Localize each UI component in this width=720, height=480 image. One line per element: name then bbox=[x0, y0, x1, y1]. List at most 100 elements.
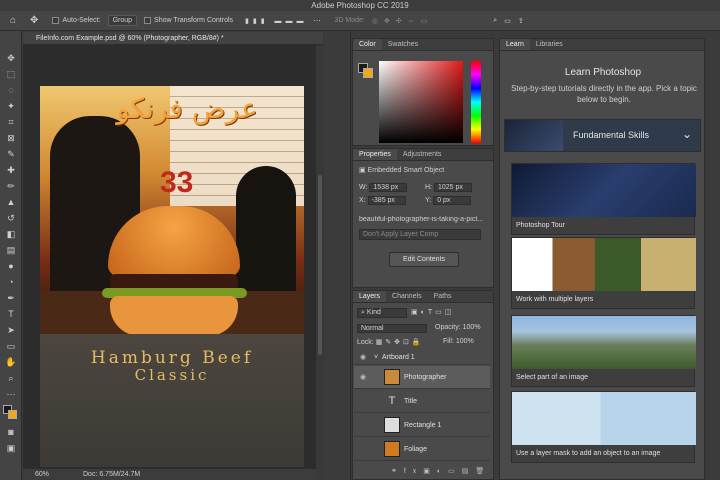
scrollbar-thumb[interactable] bbox=[318, 175, 322, 355]
title-bar: Adobe Photoshop CC 2019 bbox=[0, 0, 720, 11]
width-field[interactable]: 1538 px bbox=[369, 183, 408, 192]
headline-line1: Hamburg Beef bbox=[90, 348, 254, 368]
color-picker-field[interactable] bbox=[379, 61, 463, 143]
tutorial-label: Use a layer mask to add an object to an … bbox=[512, 445, 694, 462]
lock-icons[interactable]: ▦✎✥⊡🔒 bbox=[376, 339, 424, 346]
move-tool-icon[interactable]: ✥ bbox=[30, 15, 38, 26]
move-icon[interactable]: ✥ bbox=[0, 51, 22, 65]
color-bg-swatch[interactable] bbox=[363, 68, 373, 78]
workspace-icon[interactable]: ▭ bbox=[504, 17, 511, 25]
panel-dock-icons bbox=[324, 31, 351, 480]
tab-channels[interactable]: Channels bbox=[386, 291, 428, 302]
home-icon[interactable]: ⌂ bbox=[10, 15, 16, 26]
width-row: W: 1538 px bbox=[359, 183, 408, 192]
tab-paths[interactable]: Paths bbox=[428, 291, 458, 302]
more-tools-icon[interactable]: ⋯ bbox=[0, 387, 22, 401]
auto-select-checkbox[interactable]: Auto-Select: bbox=[52, 17, 101, 24]
canvas-scrollbar[interactable] bbox=[316, 45, 324, 469]
tab-layers[interactable]: Layers bbox=[353, 291, 387, 302]
photoshop-window: Adobe Photoshop CC 2019 ⌂ ✥ Auto-Select:… bbox=[0, 0, 720, 480]
status-bar: 60% Doc: 6.75M/24.7M bbox=[23, 469, 316, 480]
burger-photo: عرض فرنكو 33 bbox=[40, 86, 304, 334]
type-icon[interactable]: T bbox=[0, 307, 22, 321]
tab-properties[interactable]: Properties bbox=[353, 149, 397, 160]
lasso-icon[interactable]: ◌ bbox=[0, 83, 22, 97]
visibility-eye-icon[interactable]: ◉ bbox=[358, 366, 368, 389]
search-icon[interactable]: ⌕ bbox=[493, 17, 497, 25]
gradient-icon[interactable]: ▤ bbox=[0, 243, 22, 257]
layer-row-artboard[interactable]: ◉ ˅ Artboard 1 bbox=[354, 351, 490, 365]
tab-adjustments[interactable]: Adjustments bbox=[397, 149, 448, 160]
magic-wand-icon[interactable]: ✦ bbox=[0, 99, 22, 113]
hue-slider[interactable] bbox=[471, 61, 481, 143]
artboard[interactable]: عرض فرنكو 33 Hamburg Beef Classic bbox=[40, 86, 304, 467]
tab-learn[interactable]: Learn bbox=[500, 39, 530, 50]
layer-row-foliage[interactable]: Foliage bbox=[354, 438, 490, 461]
path-select-icon[interactable]: ➤ bbox=[0, 323, 22, 337]
tab-libraries[interactable]: Libraries bbox=[530, 39, 569, 50]
crop-icon[interactable]: ⌗ bbox=[0, 115, 22, 129]
quick-mask-icon[interactable]: ◙ bbox=[0, 425, 22, 439]
layer-thumbnail bbox=[384, 417, 400, 433]
shape-icon[interactable]: ▭ bbox=[0, 339, 22, 353]
learn-panel: Learn Libraries Learn Photoshop Step-by-… bbox=[499, 38, 705, 480]
frame-icon[interactable]: ⊠ bbox=[0, 131, 22, 145]
layer-comp-dropdown[interactable]: Don't Apply Layer Comp bbox=[359, 229, 481, 240]
blend-mode-dropdown[interactable]: Normal bbox=[357, 324, 427, 333]
opacity-field[interactable]: 100% bbox=[463, 324, 481, 331]
tutorial-thumbnail bbox=[512, 164, 696, 217]
3d-icons[interactable]: ◎✥✣⇔▭ bbox=[372, 17, 433, 25]
tutorial-card-tour[interactable]: Photoshop Tour bbox=[511, 163, 696, 235]
tab-swatches[interactable]: Swatches bbox=[382, 39, 424, 50]
tutorial-label: Photoshop Tour bbox=[512, 217, 694, 234]
screen-mode-icon[interactable]: ▣ bbox=[0, 441, 22, 455]
tutorial-card-mask[interactable]: Use a layer mask to add an object to an … bbox=[511, 391, 696, 463]
height-field[interactable]: 1025 px bbox=[433, 183, 472, 192]
fill-field[interactable]: 100% bbox=[456, 338, 474, 345]
y-row: Y: 0 px bbox=[425, 196, 472, 205]
edit-contents-button[interactable]: Edit Contents bbox=[389, 252, 459, 267]
eraser-icon[interactable]: ◧ bbox=[0, 227, 22, 241]
layer-filter-icons[interactable]: ▣◐T▭◫ bbox=[411, 308, 454, 316]
tutorial-card-layers[interactable]: Work with multiple layers bbox=[511, 237, 696, 309]
layer-row-photographer[interactable]: ◉ Photographer bbox=[354, 366, 490, 389]
auto-select-dropdown[interactable]: Group bbox=[107, 15, 138, 26]
share-icon[interactable]: ⇪ bbox=[518, 17, 524, 25]
healing-icon[interactable]: ✚ bbox=[0, 163, 22, 177]
zoom-level[interactable]: 60% bbox=[35, 469, 49, 480]
layer-bottom-icons[interactable]: ⚭fx▣◐▭▤🗑 bbox=[391, 467, 491, 475]
tab-color[interactable]: Color bbox=[353, 39, 382, 50]
options-bar: ⌂ ✥ Auto-Select: Group Show Transform Co… bbox=[0, 11, 720, 31]
chevron-down-icon[interactable]: ⌄ bbox=[682, 127, 692, 141]
stamp-icon[interactable]: ▲ bbox=[0, 195, 22, 209]
y-field[interactable]: 0 px bbox=[433, 196, 472, 205]
document-tab[interactable]: FileInfo.com Example.psd @ 60% (Photogra… bbox=[23, 32, 323, 45]
x-field[interactable]: -385 px bbox=[367, 196, 406, 205]
align-icons[interactable]: ▮▮▮ ▬▬▬ ⋯ bbox=[245, 17, 324, 25]
pen-icon[interactable]: ✒ bbox=[0, 291, 22, 305]
tutorial-card-select[interactable]: Select part of an image bbox=[511, 315, 696, 387]
tutorial-label: Select part of an image bbox=[512, 369, 694, 386]
color-panel: Color Swatches bbox=[352, 38, 494, 146]
learn-scrollbar[interactable] bbox=[705, 38, 720, 480]
document-tab-title: FileInfo.com Example.psd @ 60% (Photogra… bbox=[36, 35, 224, 42]
visibility-eye-icon[interactable]: ◉ bbox=[358, 351, 368, 365]
show-transform-checkbox[interactable]: Show Transform Controls bbox=[144, 17, 233, 24]
layer-row-title[interactable]: T Title bbox=[354, 390, 490, 413]
blur-icon[interactable]: ● bbox=[0, 259, 22, 273]
layer-row-rectangle[interactable]: Rectangle 1 bbox=[354, 414, 490, 437]
jersey-number: 33 bbox=[160, 166, 194, 199]
chevron-down-icon[interactable]: ˅ bbox=[374, 351, 378, 365]
canvas-area[interactable]: عرض فرنكو 33 Hamburg Beef Classic bbox=[23, 45, 316, 469]
history-brush-icon[interactable]: ↺ bbox=[0, 211, 22, 225]
marquee-icon[interactable]: ⬚ bbox=[0, 67, 22, 81]
hand-icon[interactable]: ✋ bbox=[0, 355, 22, 369]
zoom-icon[interactable]: ⌕ bbox=[0, 371, 22, 385]
fundamental-skills-header[interactable]: Fundamental Skills ⌄ bbox=[504, 119, 701, 152]
brush-icon[interactable]: ✏ bbox=[0, 179, 22, 193]
learn-heading: Learn Photoshop bbox=[564, 67, 642, 78]
layer-filter-dropdown[interactable]: ⌕ Kind bbox=[357, 308, 407, 318]
dodge-icon[interactable]: ◔ bbox=[0, 275, 22, 289]
eyedropper-icon[interactable]: ✎ bbox=[0, 147, 22, 161]
background-color-swatch[interactable] bbox=[8, 410, 17, 419]
